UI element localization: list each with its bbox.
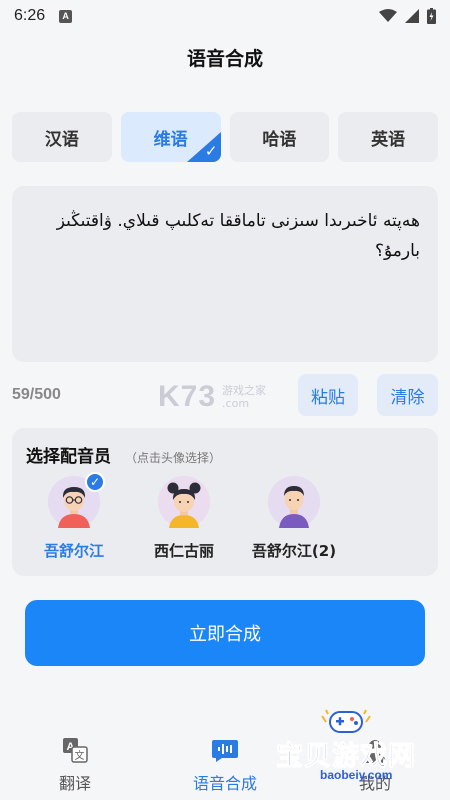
paste-button[interactable]: 粘贴 — [298, 374, 358, 416]
voice-option[interactable]: ✓ 吾舒尔江 — [26, 472, 122, 561]
voice-name: 西仁古丽 — [153, 542, 214, 560]
voice-list: ✓ 吾舒尔江 西仁古丽 吾舒尔江(2) — [26, 472, 342, 561]
voice-name: 吾舒尔江 — [43, 542, 104, 560]
voice-option[interactable]: 西仁古丽 — [136, 476, 232, 561]
watermark-logo-text: K73 — [158, 380, 217, 413]
wifi-icon — [379, 9, 397, 22]
nav-label: 语音合成 — [192, 774, 257, 793]
female-avatar-buns-icon — [158, 476, 210, 528]
voice-section-hint: （点击头像选择） — [125, 451, 222, 465]
watermark-domain: .com — [222, 397, 250, 410]
tab-label: 哈语 — [262, 129, 297, 150]
language-tabs: 汉语 维语 ✓ 哈语 英语 — [12, 112, 438, 162]
voice-option[interactable]: 吾舒尔江(2) — [246, 476, 342, 561]
avatar[interactable] — [268, 476, 320, 528]
baobei-watermark: 宝贝游戏网 baobeiy.com — [276, 706, 426, 782]
tab-label: 英语 — [371, 129, 406, 150]
tab-chinese[interactable]: 汉语 — [12, 112, 112, 162]
input-text[interactable]: ھەپتە ئاخىرىدا سىزنى تاماققا تەكلىپ قىلا… — [30, 206, 420, 266]
status-icons — [379, 8, 436, 24]
voice-section-title: 选择配音员 — [26, 447, 111, 467]
voice-selection-card: 选择配音员 （点击头像选择） ✓ 吾舒尔江 西仁古丽 吾舒尔江(2) — [12, 428, 438, 576]
page-title: 语音合成 — [186, 48, 263, 70]
watermark-subtext: 游戏之家 — [222, 384, 267, 397]
k73-watermark: K73 游戏之家 .com — [158, 380, 266, 414]
text-input-area[interactable]: ھەپتە ئاخىرىدا سىزنى تاماققا تەكلىپ قىلا… — [12, 186, 438, 362]
signal-icon — [405, 9, 419, 23]
tab-label: 汉语 — [44, 129, 79, 150]
nav-item-translate[interactable]: A 文 翻译 — [0, 720, 150, 800]
status-time: 6:26 — [14, 7, 46, 24]
svg-text:文: 文 — [75, 749, 85, 762]
synthesize-button[interactable]: 立即合成 — [25, 600, 425, 666]
tab-kazakh[interactable]: 哈语 — [229, 112, 330, 162]
male-avatar-icon — [268, 476, 320, 528]
voice-wave-icon — [212, 740, 238, 762]
clear-button[interactable]: 清除 — [377, 374, 438, 416]
status-bar: 6:26 A — [0, 0, 450, 32]
selected-check-icon: ✓ — [85, 472, 105, 492]
tab-uyghur[interactable]: 维语 ✓ — [120, 112, 221, 162]
voice-name: 吾舒尔江(2) — [251, 542, 337, 560]
check-icon: ✓ — [204, 142, 218, 160]
translate-icon: A 文 — [63, 738, 88, 763]
voice-section-header: 选择配音员 （点击头像选择） — [26, 442, 424, 467]
avatar[interactable]: ✓ — [48, 472, 105, 528]
tab-label: 维语 — [153, 129, 188, 150]
tab-english[interactable]: 英语 — [338, 112, 438, 162]
char-counter: 59/500 — [12, 386, 61, 403]
avatar[interactable] — [158, 476, 210, 528]
watermark-url: baobeiy.com — [320, 768, 393, 782]
battery-icon — [427, 8, 436, 24]
notification-icon: A — [59, 9, 73, 23]
nav-label: 翻译 — [58, 774, 91, 793]
